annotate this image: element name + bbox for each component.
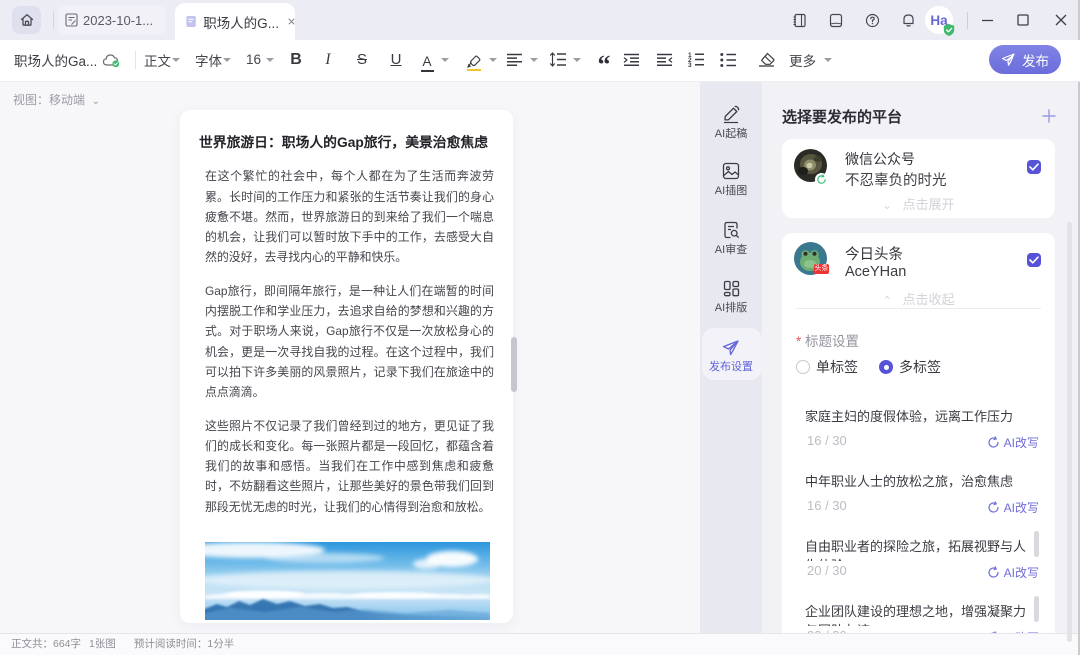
svg-text:3: 3 bbox=[688, 62, 692, 67]
